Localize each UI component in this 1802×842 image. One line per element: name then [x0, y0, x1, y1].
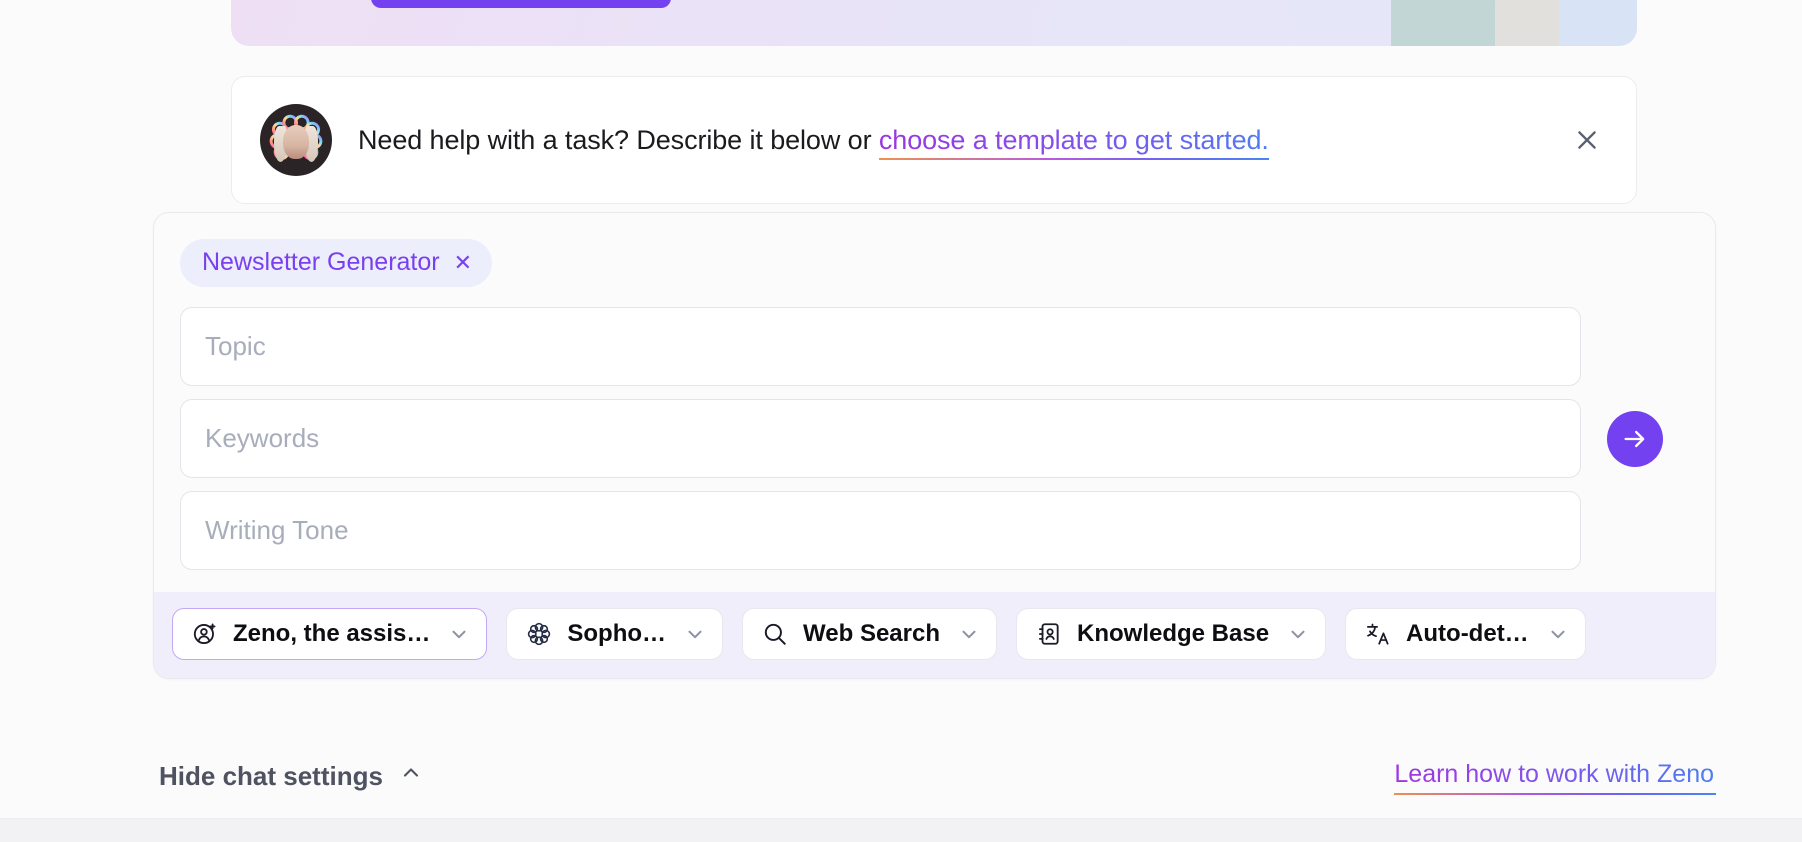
avatar: [260, 104, 332, 176]
hint-card: Need help with a task? Describe it below…: [231, 76, 1637, 204]
hide-chat-settings-label: Hide chat settings: [159, 761, 383, 792]
bottom-strip: [0, 818, 1802, 842]
promo-banner: [231, 0, 1637, 46]
composer-fields-row: [180, 307, 1689, 570]
tool-button-web-search[interactable]: Web Search: [742, 608, 997, 660]
keywords-input[interactable]: [180, 399, 1581, 478]
template-chip-row: Newsletter Generator ✕: [180, 239, 1689, 287]
app-root: Need help with a task? Describe it below…: [0, 0, 1802, 842]
chevron-down-icon: [448, 623, 470, 645]
composer-body: Newsletter Generator ✕: [154, 213, 1715, 592]
tool-button-language-label: Auto-det…: [1406, 620, 1529, 648]
search-icon: [761, 620, 789, 648]
composer: Newsletter Generator ✕: [153, 212, 1716, 679]
composer-fields: [180, 307, 1581, 570]
tool-button-assistant-label: Zeno, the assis…: [233, 620, 430, 648]
close-icon[interactable]: [1568, 121, 1606, 159]
send-button-wrap: [1581, 411, 1689, 467]
hint-message: Need help with a task? Describe it below…: [358, 125, 1269, 156]
chevron-down-icon: [1287, 623, 1309, 645]
user-plus-circle-icon: [191, 620, 219, 648]
arrow-right-icon: [1621, 425, 1649, 453]
chevron-down-icon: [958, 623, 980, 645]
choose-template-link[interactable]: choose a template to get started.: [879, 125, 1269, 157]
hide-chat-settings-button[interactable]: Hide chat settings: [153, 761, 423, 792]
hint-message-text: Need help with a task? Describe it below…: [358, 125, 879, 155]
template-chip-label: Newsletter Generator: [202, 248, 440, 277]
translate-icon: [1364, 620, 1392, 648]
tool-button-web-search-label: Web Search: [803, 620, 940, 648]
tool-button-knowledge-base[interactable]: Knowledge Base: [1016, 608, 1326, 660]
address-book-icon: [1035, 620, 1063, 648]
chevron-up-icon: [399, 761, 423, 792]
sophos-flower-icon: [525, 620, 553, 648]
send-button[interactable]: [1607, 411, 1663, 467]
composer-footer: Hide chat settings Learn how to work wit…: [153, 760, 1716, 792]
chevron-down-icon: [1547, 623, 1569, 645]
tool-button-model-label: Sopho…: [567, 620, 666, 648]
tool-button-model[interactable]: Sopho…: [506, 608, 723, 660]
template-chip-newsletter-generator[interactable]: Newsletter Generator ✕: [180, 239, 492, 287]
promo-shape-blue: [1559, 0, 1637, 46]
learn-how-to-work-with-zeno-link[interactable]: Learn how to work with Zeno: [1394, 760, 1716, 792]
template-chip-close-icon[interactable]: ✕: [454, 252, 472, 274]
topic-input[interactable]: [180, 307, 1581, 386]
tool-button-knowledge-base-label: Knowledge Base: [1077, 620, 1269, 648]
writing-tone-input[interactable]: [180, 491, 1581, 570]
chat-settings-toolbar: Zeno, the assis…: [154, 592, 1715, 678]
tool-button-assistant[interactable]: Zeno, the assis…: [172, 608, 487, 660]
promo-artwork: [1307, 0, 1637, 46]
avatar-face: [283, 125, 309, 159]
tool-button-language[interactable]: Auto-det…: [1345, 608, 1586, 660]
chevron-down-icon: [684, 623, 706, 645]
promo-cta-button[interactable]: [371, 0, 671, 8]
